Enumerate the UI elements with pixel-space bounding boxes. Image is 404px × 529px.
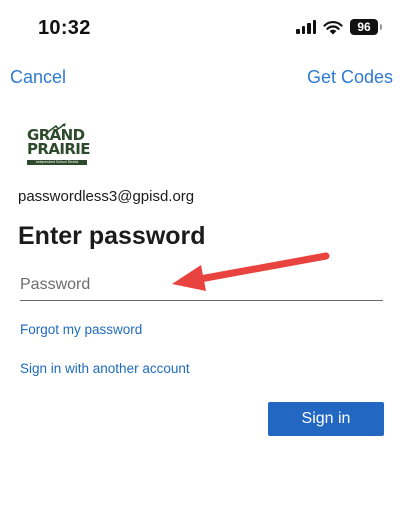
password-input[interactable] [20, 270, 383, 301]
account-email: passwordless3@gpisd.org [18, 188, 195, 205]
status-time: 10:32 [38, 17, 91, 39]
organization-logo: GRAND PRAIRIE Independent School Distric… [18, 123, 96, 167]
page-title: Enter password [18, 222, 206, 250]
other-account-link[interactable]: Sign in with another account [20, 361, 190, 376]
battery-level: 96 [357, 20, 371, 34]
wifi-icon [323, 20, 343, 34]
logo-line-2: PRAIRIE [27, 140, 91, 158]
status-icons: 96 [296, 19, 382, 35]
sign-in-screen: 10:32 96 Cancel Get Codes GRAND PRAIRIE … [0, 0, 404, 529]
signal-icon [296, 20, 316, 34]
battery-icon: 96 [350, 19, 382, 35]
logo-subtitle: Independent School District [27, 160, 87, 165]
sign-in-button[interactable]: Sign in [268, 402, 384, 436]
cancel-button[interactable]: Cancel [10, 67, 66, 88]
forgot-password-link[interactable]: Forgot my password [20, 322, 142, 337]
get-codes-button[interactable]: Get Codes [307, 67, 393, 88]
